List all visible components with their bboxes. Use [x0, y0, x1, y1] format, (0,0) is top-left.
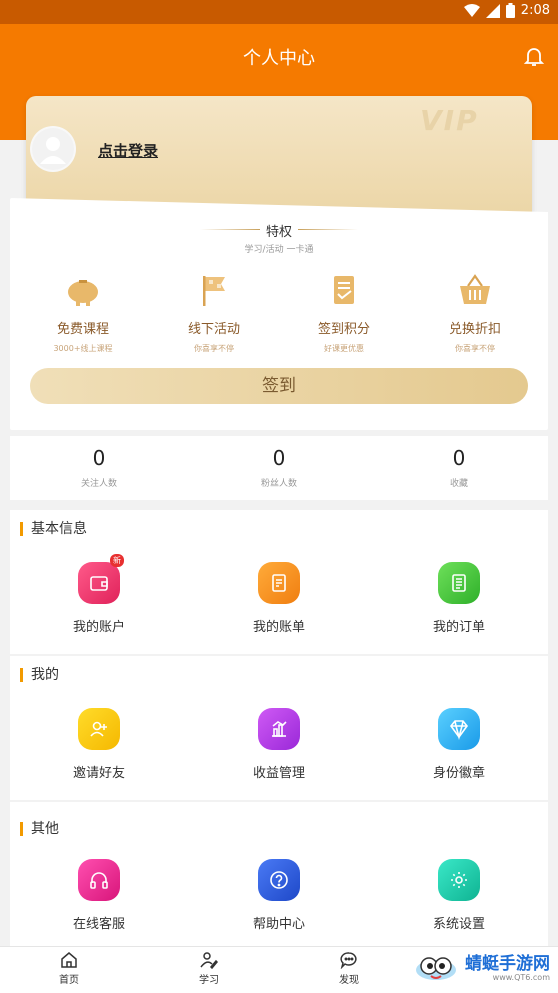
signal-icon — [485, 3, 500, 18]
flag-icon — [203, 276, 225, 306]
system-settings-button[interactable]: 系统设置 — [379, 859, 539, 932]
privilege-label: 免费课程 — [56, 322, 109, 337]
privilege-checkin-points[interactable]: 签到积分 好课更优惠 — [279, 272, 409, 354]
section-other: 其他 在线客服 帮助中心 系统设置 — [10, 802, 548, 946]
stat-following[interactable]: 0 关注人数 — [34, 446, 164, 489]
earnings-management-button[interactable]: 收益管理 — [199, 708, 359, 781]
grid-item-label: 系统设置 — [432, 917, 485, 932]
section-title: 我的 — [20, 668, 59, 682]
add-user-icon — [78, 708, 120, 750]
vip-mark: VIP — [420, 104, 479, 137]
my-bill-button[interactable]: 我的账单 — [199, 562, 359, 635]
grid-item-label: 在线客服 — [72, 917, 125, 932]
sign-in-button[interactable]: 签到 — [30, 368, 528, 404]
stat-value: 0 — [272, 446, 286, 470]
status-time: 2:08 — [520, 3, 550, 18]
basket-icon — [460, 274, 490, 304]
section-mine: 我的 邀请好友 收益管理 身份徽章 — [10, 656, 548, 800]
grid-item-label: 帮助中心 — [252, 917, 305, 932]
bell-icon[interactable] — [522, 44, 546, 68]
grid-item-label: 收益管理 — [252, 766, 305, 781]
home-icon — [61, 952, 77, 968]
battery-icon — [505, 3, 515, 18]
nav-discover[interactable]: 发现 — [309, 951, 389, 986]
grid-item-label: 身份徽章 — [432, 766, 485, 781]
grid-item-label: 我的账单 — [252, 620, 305, 635]
piggy-bank-icon — [68, 280, 98, 306]
stats-bar: 0 关注人数 0 粉丝人数 0 收藏 — [10, 436, 548, 500]
nav-study[interactable]: 学习 — [169, 951, 249, 986]
nav-label: 学习 — [199, 975, 219, 986]
privilege-subtitle: 学习/活动 一卡通 — [244, 245, 314, 255]
watermark: 蜻蜓手游网 www.QT6.com — [413, 952, 550, 984]
privilege-label: 兑换折扣 — [448, 322, 501, 337]
grid-item-label: 我的订单 — [432, 620, 485, 635]
stat-label: 收藏 — [449, 479, 468, 489]
stat-label: 关注人数 — [80, 479, 117, 489]
grid-item-label: 邀请好友 — [72, 766, 125, 781]
privilege-discount[interactable]: 兑换折扣 你喜享不停 — [410, 272, 540, 354]
nav-label: 发现 — [339, 975, 359, 986]
privilege-sub: 好课更优惠 — [324, 344, 364, 353]
privilege-sub: 你喜享不停 — [194, 344, 234, 353]
checklist-icon — [334, 276, 354, 304]
nav-home[interactable]: 首页 — [29, 951, 109, 986]
chart-icon — [258, 708, 300, 750]
bill-icon — [258, 562, 300, 604]
invite-friends-button[interactable]: 邀请好友 — [19, 708, 179, 781]
dragonfly-logo-icon — [416, 957, 456, 980]
identity-badge-button[interactable]: 身份徽章 — [379, 708, 539, 781]
wifi-icon — [463, 3, 480, 17]
section-title: 其他 — [20, 822, 59, 836]
privilege-sub: 你喜享不停 — [455, 344, 495, 353]
diamond-icon — [438, 708, 480, 750]
section-title: 基本信息 — [20, 522, 87, 536]
watermark-text: 蜻蜓手游网 — [465, 953, 550, 974]
headphones-icon — [78, 859, 120, 901]
privilege-offline-activity[interactable]: 线下活动 你喜享不停 — [149, 272, 279, 354]
wallet-icon: 新 — [78, 554, 124, 604]
privilege-label: 签到积分 — [317, 322, 370, 337]
login-link[interactable]: 点击登录 — [98, 140, 158, 161]
stat-label: 粉丝人数 — [260, 479, 297, 489]
privilege-sub: 3000+线上课程 — [53, 344, 113, 353]
watermark-url: www.QT6.com — [492, 972, 550, 982]
discover-icon — [340, 952, 357, 969]
study-icon — [200, 952, 218, 969]
avatar[interactable] — [32, 128, 74, 170]
help-center-button[interactable]: 帮助中心 — [199, 859, 359, 932]
order-icon — [438, 562, 480, 604]
nav-label: 首页 — [59, 975, 79, 986]
grid-item-label: 我的账户 — [72, 620, 125, 635]
online-service-button[interactable]: 在线客服 — [19, 859, 179, 932]
my-account-button[interactable]: 新 我的账户 — [19, 554, 179, 635]
stat-favorites[interactable]: 0 收藏 — [394, 446, 524, 489]
status-bar: 2:08 — [0, 0, 558, 24]
stat-followers[interactable]: 0 粉丝人数 — [214, 446, 344, 489]
page-title: 个人中心 — [243, 48, 315, 69]
section-basic-info: 基本信息 新 我的账户 我的账单 我的订单 — [10, 510, 548, 654]
help-icon — [258, 859, 300, 901]
privilege-free-course[interactable]: 免费课程 3000+线上课程 — [18, 272, 148, 354]
stat-value: 0 — [92, 446, 106, 470]
my-order-button[interactable]: 我的订单 — [379, 562, 539, 635]
settings-icon — [438, 859, 480, 901]
avatar-placeholder-icon — [40, 137, 66, 164]
new-badge: 新 — [110, 554, 124, 567]
stat-value: 0 — [452, 446, 466, 470]
privilege-title: 特权 — [265, 225, 292, 240]
privilege-label: 线下活动 — [187, 322, 240, 337]
